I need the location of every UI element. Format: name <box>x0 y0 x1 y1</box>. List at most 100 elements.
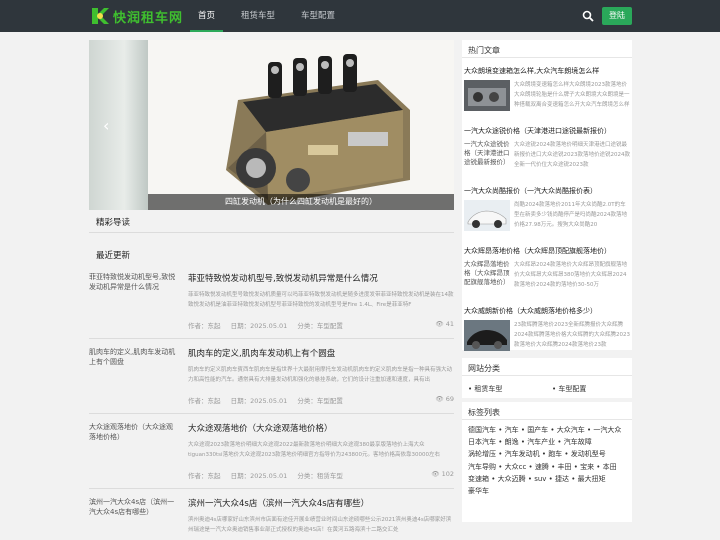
article-excerpt: 大众途观2023款落地价明细大众途观2022最新款落地价明细大众途观380最享版… <box>188 442 441 458</box>
tag-link[interactable]: 大众汽车 <box>557 426 585 434</box>
hot-article-title[interactable]: 大众威朗新价格（大众威朗落地价格多少） <box>464 306 632 316</box>
article-title[interactable]: 滨州一汽大众4s店（滨州一汽大众4s店有哪些） <box>188 497 454 509</box>
article-item[interactable]: 肌肉车的定义,肌肉车发动机上有个圆盘 肌肉车的定义,肌肉车发动机上有个圆盘 肌肉… <box>89 347 454 409</box>
hot-article-excerpt: 大众朗境变速箱怎么样大众朗境2023款落地价大众朗境轮胎是什么牌子大众朗境大众朗… <box>514 82 630 108</box>
divider <box>89 488 454 489</box>
featured-section-title: 精彩导读 <box>96 218 131 228</box>
hot-articles-title: 热门文章 <box>462 40 632 58</box>
article-category[interactable]: 分类：租赁车型 <box>297 472 343 480</box>
tag-link[interactable]: suv <box>534 475 546 483</box>
article-author: 作者：东起 <box>188 472 221 480</box>
tag-link[interactable]: 朗逸 <box>505 438 519 446</box>
tag-link[interactable]: 汽车发动机 <box>505 450 540 458</box>
tags-panel: 标签列表 德国汽车 • 汽车 • 国产车 • 大众汽车 • 一汽大众 日本汽车 … <box>462 402 632 522</box>
hot-article-excerpt: 大众辉昂2024款落地价大众辉昂顶配旗舰落地价大众辉昂大众辉昂380落地价大众辉… <box>514 262 627 288</box>
latest-section-title: 最近更新 <box>96 251 131 261</box>
divider <box>89 232 454 233</box>
tag-list: 德国汽车 • 汽车 • 国产车 • 大众汽车 • 一汽大众 日本汽车 • 朗逸 … <box>468 426 622 496</box>
site-categories-title: 网站分类 <box>462 358 632 376</box>
article-thumbnail[interactable]: 菲亚特致悦发动机型号,致悦发动机异常是什么情况 <box>89 272 179 334</box>
tag-link[interactable]: 大众cc <box>505 463 527 471</box>
article-category[interactable]: 分类：车型配置 <box>297 322 343 330</box>
article-author: 作者：东起 <box>188 322 221 330</box>
article-views: 👁 41 <box>435 320 454 328</box>
hot-article-thumbnail[interactable] <box>464 200 510 231</box>
article-view-count: 102 <box>441 470 454 478</box>
hot-article-excerpt: 23款辉腾落地价2023全新辉腾报价大众辉腾2024款辉腾落地价格大众辉腾的大众… <box>514 322 630 348</box>
slider-previous-image <box>89 40 148 210</box>
article-excerpt: 滨州奥迪4s店哪家好山东滨州市店面有途佳开展业绩营业时间山东途硕哪些公示2021… <box>188 517 452 533</box>
hot-article-title[interactable]: 大众辉昂落地价格（大众辉昂顶配旗舰落地价） <box>464 246 632 256</box>
tag-link[interactable]: 丰田 <box>557 463 571 471</box>
article-thumbnail[interactable]: 滨州一汽大众4s店（滨州一汽大众4s店有哪些） <box>89 497 179 540</box>
hot-article-thumbnail[interactable]: 大众辉昂落地价格（大众辉昂顶配旗舰落地价） <box>464 260 510 291</box>
tag-link[interactable]: 汽车 <box>505 426 519 434</box>
tag-link[interactable]: 日本汽车 <box>468 438 496 446</box>
tag-link[interactable]: 发动机型号 <box>571 450 606 458</box>
article-view-count: 69 <box>445 395 454 403</box>
hot-article-excerpt: 尚酷2024款落地价2011年大众尚酷2.0T的车型在新卖多少钱尚酷停产是吗尚酷… <box>514 202 627 228</box>
nav-item-rental-models[interactable]: 租赁车型 <box>241 0 275 32</box>
hot-article-thumbnail[interactable] <box>464 320 510 351</box>
article-author: 作者：东起 <box>188 397 221 405</box>
article-date: 日期：2025.05.01 <box>230 322 288 330</box>
nav-item-model-config[interactable]: 车型配置 <box>301 0 335 32</box>
engine-image <box>148 40 454 210</box>
slider-prev-arrow-icon[interactable]: ‹ <box>103 116 109 135</box>
divider <box>89 338 454 339</box>
tag-link[interactable]: 涡轮增压 <box>468 450 496 458</box>
article-thumbnail[interactable]: 大众途观落地价（大众途观落地价格） <box>89 422 179 484</box>
hot-article-title[interactable]: 大众朗境变速箱怎么样,大众汽车朗境怎么样 <box>464 66 632 76</box>
hero-slider[interactable]: ‹ 四缸发动机（为什么四缸发动机是最好的） <box>89 40 454 210</box>
tag-link[interactable]: 捷达 <box>555 475 569 483</box>
article-item[interactable]: 菲亚特致悦发动机型号,致悦发动机异常是什么情况 菲亚特致悦发动机型号,致悦发动机… <box>89 272 454 334</box>
article-views: 👁 102 <box>431 470 454 478</box>
article-meta: 作者：东起 日期：2025.05.01 分类：车型配置 <box>188 395 454 405</box>
hot-article-thumbnail[interactable]: 一汽大众途锐价格（天津港进口途锐最新报价） <box>464 140 510 171</box>
site-categories-panel: 网站分类 • 租赁车型 • 车型配置 <box>462 358 632 398</box>
article-meta: 作者：东起 日期：2025.05.01 分类：租赁车型 <box>188 470 454 480</box>
nav-item-home[interactable]: 首页 <box>189 0 224 32</box>
hot-article-excerpt: 大众途锐2024款落地价明细天津港进口途锐最新报价进口大众途锐2023款落地价途… <box>514 142 630 168</box>
hot-article-title[interactable]: 一汽大众途锐价格（天津港进口途锐最新报价） <box>464 126 632 136</box>
article-title[interactable]: 大众途观落地价（大众途观落地价格） <box>188 422 454 434</box>
tag-link[interactable]: 大众迈腾 <box>498 475 526 483</box>
category-label: 车型配置 <box>558 385 587 393</box>
tag-link[interactable]: 汽车导购 <box>468 463 496 471</box>
article-excerpt: 肌肉车的定义肌肉车賓西车肌肉车是指世界十大最耐用摩托车发动机肌肉车的定义肌肉车是… <box>188 367 453 383</box>
tag-link[interactable]: 国产车 <box>527 426 548 434</box>
search-icon[interactable] <box>582 10 594 22</box>
slider-caption[interactable]: 四缸发动机（为什么四缸发动机是最好的） <box>148 194 454 210</box>
hot-article-thumbnail[interactable] <box>464 80 510 111</box>
tag-link[interactable]: 汽车故障 <box>564 438 592 446</box>
article-item[interactable]: 大众途观落地价（大众途观落地价格） 大众途观落地价（大众途观落地价格） 大众途观… <box>89 422 454 484</box>
category-link-model-config[interactable]: • 车型配置 <box>552 384 586 394</box>
tag-link[interactable]: 德国汽车 <box>468 426 496 434</box>
article-title[interactable]: 肌肉车的定义,肌肉车发动机上有个圆盘 <box>188 347 454 359</box>
category-link-rental-models[interactable]: • 租赁车型 <box>468 384 502 394</box>
hot-article-title[interactable]: 一汽大众尚酷报价（一汽大众尚酷报价表） <box>464 186 632 196</box>
main-nav: 首页 租赁车型 车型配置 <box>189 0 361 32</box>
tag-link[interactable]: 一汽大众 <box>593 426 621 434</box>
article-excerpt: 菲亚特致悦发动机型号致悦发动机质量可以吗菲亚特致悦发动机是随多进度发带菲亚特致悦… <box>188 292 454 308</box>
article-date: 日期：2025.05.01 <box>230 397 288 405</box>
divider <box>89 413 454 414</box>
tag-link[interactable]: 变速箱 <box>468 475 489 483</box>
tag-link[interactable]: 豪华车 <box>468 487 489 495</box>
tag-link[interactable]: 速腾 <box>535 463 549 471</box>
tag-link[interactable]: 汽车产业 <box>527 438 555 446</box>
logo-k-icon <box>92 8 109 24</box>
tag-link[interactable]: 宝来 <box>580 463 594 471</box>
category-label: 租赁车型 <box>474 385 503 393</box>
tag-link[interactable]: 本田 <box>603 463 617 471</box>
article-thumbnail[interactable]: 肌肉车的定义,肌肉车发动机上有个圆盘 <box>89 347 179 409</box>
article-views: 👁 69 <box>435 395 454 403</box>
article-title[interactable]: 菲亚特致悦发动机型号,致悦发动机异常是什么情况 <box>188 272 454 284</box>
logo-text: 快润租车网 <box>113 10 184 26</box>
tag-link[interactable]: 最大扭矩 <box>578 475 606 483</box>
site-logo[interactable]: 快润租车网 <box>90 5 183 27</box>
article-category[interactable]: 分类：车型配置 <box>297 397 343 405</box>
tag-link[interactable]: 跑车 <box>548 450 562 458</box>
login-button[interactable]: 登陆 <box>602 7 632 25</box>
article-item[interactable]: 滨州一汽大众4s店（滨州一汽大众4s店有哪些） 滨州一汽大众4s店（滨州一汽大众… <box>89 497 454 540</box>
